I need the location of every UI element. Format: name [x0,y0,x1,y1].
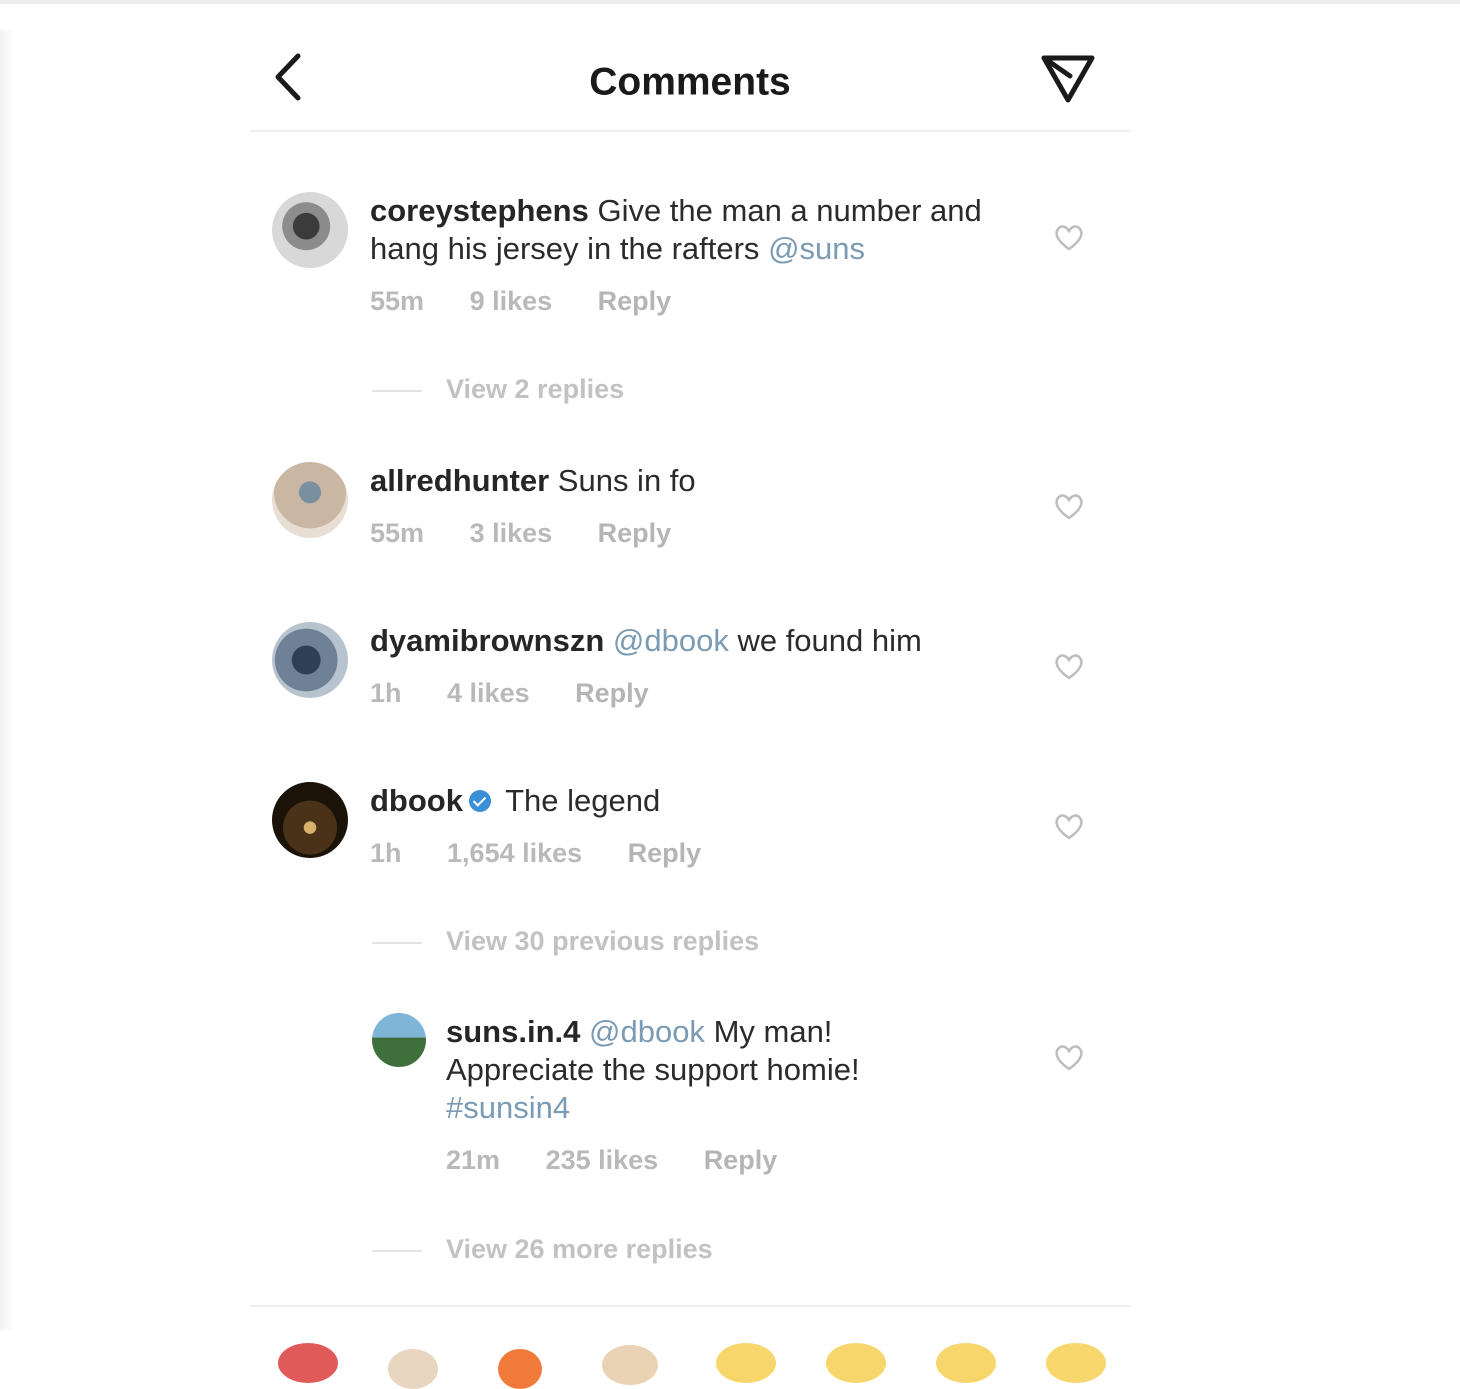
avatar[interactable] [272,192,348,268]
raised-hands-emoji[interactable] [388,1349,438,1389]
comment-username[interactable]: allredhunter [370,463,549,498]
status-strip [0,0,1460,4]
view-replies-button[interactable]: View 2 replies [372,374,624,405]
paper-plane-icon [1041,55,1095,103]
comment-likes[interactable]: 235 likes [546,1145,659,1175]
reply-thread-line [372,941,422,944]
view-replies-label: View 2 replies [446,374,625,404]
avatar[interactable] [272,622,348,698]
hashtag-link[interactable]: #sunsin4 [446,1090,570,1125]
comment-time: 55m [370,286,425,316]
reply-thread-line [372,1249,422,1252]
heart-icon[interactable] [1052,489,1086,523]
mention-link[interactable]: @dbook [589,1014,705,1049]
comment-body: suns.in.4 @dbook My man! Appreciate the … [446,1013,966,1176]
view-replies-label: View 30 previous replies [446,926,760,956]
heart-icon[interactable] [1052,649,1086,683]
reply-button[interactable]: Reply [598,518,672,548]
comment-likes[interactable]: 1,654 likes [447,838,582,868]
reply-button[interactable]: Reply [704,1145,778,1175]
header-divider [250,130,1130,132]
comment-meta: 55m 3 likes Reply [370,518,1000,549]
comments-header: Comments [250,30,1130,130]
page-title: Comments [589,60,791,104]
clapping-emoji[interactable] [602,1345,658,1385]
composer-divider [250,1305,1130,1307]
fire-emoji[interactable] [498,1349,542,1389]
comment-text: dbook The legend [370,782,1000,820]
comment-body: dyamibrownszn @dbook we found him 1h 4 l… [370,622,1000,709]
reply-button[interactable]: Reply [598,286,672,316]
heart-emoji[interactable] [278,1343,338,1383]
comment-username[interactable]: coreystephens [370,193,589,228]
comment-time: 55m [370,518,425,548]
share-button[interactable] [1038,50,1098,110]
comment-body: dbook The legend 1h 1,654 likes Reply [370,782,1000,869]
reply-thread-line [372,389,422,392]
comment-message: we found him [737,623,922,658]
smiling-emoji[interactable] [826,1343,886,1383]
screen-edge [0,30,14,1330]
comment-time: 1h [370,678,402,708]
comment-meta: 55m 9 likes Reply [370,286,1000,317]
comment-text: suns.in.4 @dbook My man! Appreciate the … [446,1013,966,1127]
emoji-bar [270,1335,1110,1389]
avatar[interactable] [272,462,348,538]
comment-username[interactable]: suns.in.4 [446,1014,580,1049]
laughing-emoji[interactable] [1046,1343,1106,1383]
comment-body: coreystephens Give the man a number and … [370,192,1000,317]
comment-meta: 1h 1,654 likes Reply [370,838,1000,869]
view-previous-replies-button[interactable]: View 30 previous replies [372,926,759,957]
comment-meta: 21m 235 likes Reply [446,1145,966,1176]
comment-message: Suns in fo [557,463,696,498]
comment-body: allredhunter Suns in fo 55m 3 likes Repl… [370,462,1000,549]
comment-meta: 1h 4 likes Reply [370,678,1000,709]
avatar[interactable] [272,782,348,858]
comment-likes[interactable]: 4 likes [447,678,530,708]
heart-icon[interactable] [1052,809,1086,843]
reply-button[interactable]: Reply [575,678,649,708]
reply-button[interactable]: Reply [628,838,702,868]
comment-likes[interactable]: 3 likes [470,518,553,548]
view-replies-label: View 26 more replies [446,1234,713,1264]
crying-emoji[interactable] [716,1343,776,1383]
comment-message: The legend [505,783,661,818]
mention-link[interactable]: @suns [768,231,865,266]
heart-icon[interactable] [1052,220,1086,254]
comment-text: dyamibrownszn @dbook we found him [370,622,1000,660]
comment-time: 21m [446,1145,501,1175]
heart-icon[interactable] [1052,1040,1086,1074]
comment-text: coreystephens Give the man a number and … [370,192,1000,268]
heart-eyes-emoji[interactable] [936,1343,996,1383]
comment-likes[interactable]: 9 likes [470,286,553,316]
comment-username[interactable]: dbook [370,783,463,818]
comment-username[interactable]: dyamibrownszn [370,623,604,658]
view-more-replies-button[interactable]: View 26 more replies [372,1234,713,1265]
avatar[interactable] [372,1013,426,1067]
comment-time: 1h [370,838,402,868]
mention-link[interactable]: @dbook [613,623,729,658]
verified-badge-icon [469,789,491,812]
comment-text: allredhunter Suns in fo [370,462,1000,500]
